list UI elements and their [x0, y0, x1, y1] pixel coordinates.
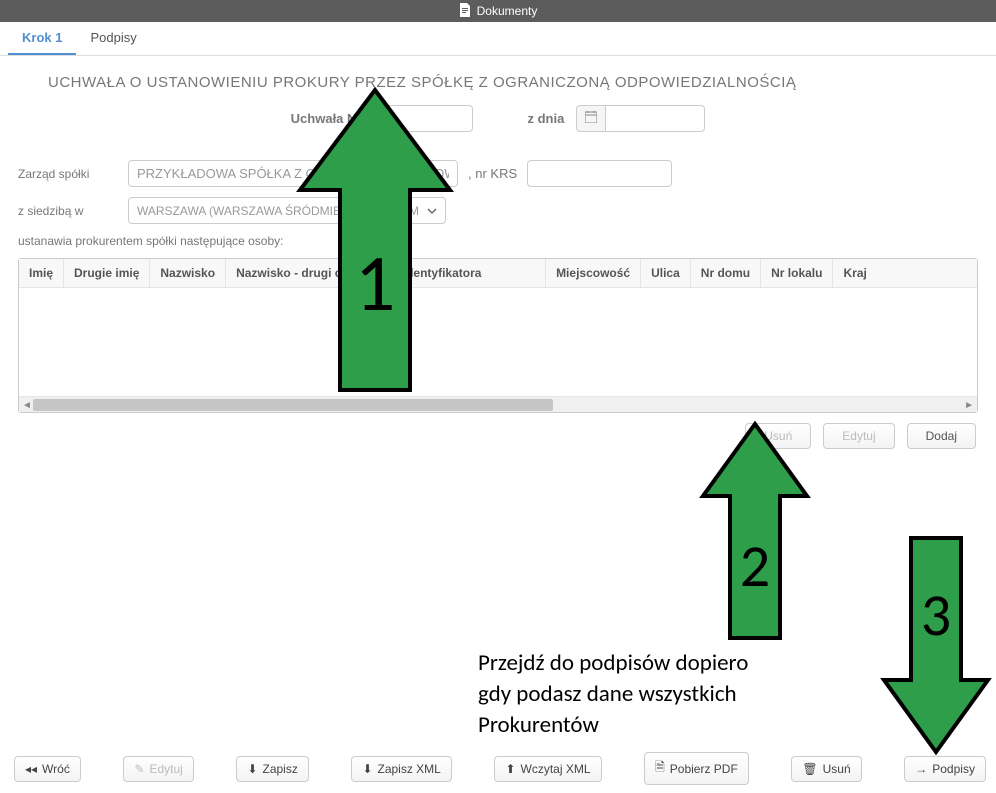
horizontal-scrollbar[interactable]: ◄ ►	[19, 396, 977, 412]
content-area: UCHWAŁA O USTANOWIENIU PROKURY PRZEZ SPÓ…	[0, 56, 996, 463]
save-button[interactable]: ⬇ Zapisz	[236, 756, 308, 782]
footer-toolbar: ◂◂ Wróć ✎ Edytuj ⬇ Zapisz ⬇ Zapisz XML ⬆…	[10, 752, 990, 785]
back-button[interactable]: ◂◂ Wróć	[14, 756, 81, 782]
seat-select[interactable]: WARSZAWA (WARSZAWA ŚRÓDMIEŚCIE, WOJ. MAZ…	[128, 197, 446, 224]
col-drugie-imie: Drugie imię	[64, 259, 150, 287]
save-xml-button[interactable]: ⬇ Zapisz XML	[351, 756, 451, 782]
col-ulica: Ulica	[641, 259, 691, 287]
date-label: z dnia	[527, 111, 564, 126]
resolution-date-input[interactable]	[605, 105, 705, 132]
number-label: Uchwała Nr	[291, 111, 362, 126]
annotation-arrow-3: 3	[876, 530, 996, 760]
file-icon: 🗎	[655, 758, 665, 779]
download-pdf-label: Pobierz PDF	[670, 762, 738, 776]
footer-edit-label: Edytuj	[149, 762, 182, 776]
persons-table: Imię Drugie imię Nazwisko Nazwisko - dru…	[18, 258, 978, 413]
tab-strip: Krok 1 Podpisy	[0, 22, 996, 56]
company-row: Zarząd spółki , nr KRS	[18, 160, 978, 187]
col-nazwisko: Nazwisko	[150, 259, 226, 287]
download-icon: ⬇	[247, 762, 257, 776]
col-nazwisko-drugi: Nazwisko - drugi człon	[226, 259, 376, 287]
footer-delete-button[interactable]: 🗑 Usuń	[791, 756, 861, 782]
annotation-text-line-2: gdy podasz dane wszystkich	[478, 679, 898, 710]
download-pdf-button[interactable]: 🗎 Pobierz PDF	[644, 752, 749, 785]
company-name-input[interactable]	[128, 160, 458, 187]
date-picker	[576, 105, 705, 132]
krs-number-input[interactable]	[527, 160, 672, 187]
upload-icon: ⬆	[505, 762, 515, 776]
title-bar: Dokumenty	[0, 0, 996, 22]
scroll-right-icon[interactable]: ►	[964, 400, 974, 411]
edit-row-button[interactable]: Edytuj	[823, 423, 894, 449]
seat-row: z siedzibą w WARSZAWA (WARSZAWA ŚRÓDMIEŚ…	[18, 197, 978, 224]
col-nr-lokalu: Nr lokalu	[761, 259, 833, 287]
title-bar-text: Dokumenty	[477, 4, 538, 18]
seat-select-value: WARSZAWA (WARSZAWA ŚRÓDMIEŚCIE, WOJ. MAZ…	[129, 199, 419, 223]
col-imie: Imię	[19, 259, 64, 287]
scroll-left-icon[interactable]: ◄	[22, 400, 32, 411]
back-button-label: Wróć	[42, 762, 70, 776]
resolution-number-input[interactable]	[373, 105, 473, 132]
calendar-icon[interactable]	[576, 105, 605, 132]
krs-label: , nr KRS	[468, 166, 517, 181]
chevron-down-icon[interactable]	[419, 198, 445, 223]
arrow-right-icon: →	[915, 762, 927, 776]
footer-edit-button[interactable]: ✎ Edytuj	[123, 756, 193, 782]
svg-text:2: 2	[740, 530, 770, 603]
load-xml-button[interactable]: ⬆ Wczytaj XML	[494, 756, 601, 782]
load-xml-label: Wczytaj XML	[521, 762, 591, 776]
tab-krok-1[interactable]: Krok 1	[8, 22, 76, 55]
delete-row-button[interactable]: Usuń	[745, 423, 811, 449]
appoints-text: ustanawia prokurentem spółki następujące…	[18, 234, 978, 248]
siedziba-label: z siedzibą w	[18, 204, 118, 218]
signatures-button[interactable]: → Podpisy	[904, 756, 986, 782]
document-icon	[459, 3, 471, 20]
svg-text:3: 3	[921, 579, 951, 652]
resolution-header-row: Uchwała Nr z dnia	[18, 105, 978, 132]
rewind-icon: ◂◂	[25, 762, 37, 776]
table-action-row: Usuń Edytuj Dodaj	[18, 413, 978, 453]
save-label: Zapisz	[263, 762, 298, 776]
col-kraj: Kraj	[833, 259, 876, 287]
col-nr-identyfikatora: Nr identyfikatora	[376, 259, 546, 287]
footer-delete-label: Usuń	[823, 762, 851, 776]
tab-podpisy[interactable]: Podpisy	[76, 22, 150, 55]
table-header: Imię Drugie imię Nazwisko Nazwisko - dru…	[19, 259, 977, 288]
save-xml-label: Zapisz XML	[378, 762, 441, 776]
col-miejscowosc: Miejscowość	[546, 259, 641, 287]
col-nr-domu: Nr domu	[691, 259, 761, 287]
document-title: UCHWAŁA O USTANOWIENIU PROKURY PRZEZ SPÓ…	[18, 66, 978, 105]
annotation-text-line-1: Przejdź do podpisów dopiero	[478, 648, 898, 679]
edit-icon: ✎	[134, 762, 144, 776]
download-icon: ⬇	[362, 762, 372, 776]
zarzad-label: Zarząd spółki	[18, 167, 118, 181]
trash-icon: 🗑	[802, 762, 817, 776]
annotation-text: Przejdź do podpisów dopiero gdy podasz d…	[478, 648, 898, 741]
table-body	[19, 288, 977, 396]
add-row-button[interactable]: Dodaj	[907, 423, 976, 449]
scroll-thumb[interactable]	[33, 399, 553, 411]
annotation-text-line-3: Prokurentów	[478, 710, 898, 741]
signatures-label: Podpisy	[932, 762, 975, 776]
